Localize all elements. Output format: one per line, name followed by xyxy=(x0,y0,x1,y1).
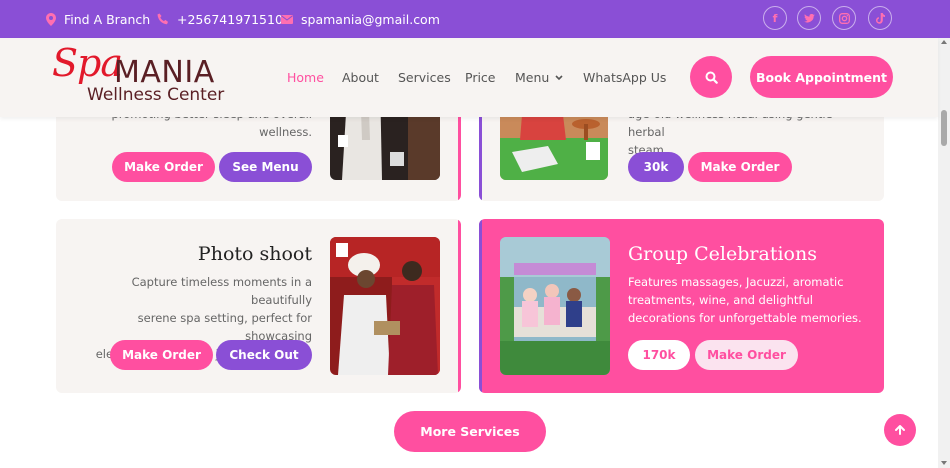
nav-services[interactable]: Services xyxy=(398,38,451,117)
email-link[interactable]: spamania@gmail.com xyxy=(281,0,440,38)
card-description-line: Features massages, Jacuzzi, aromatic xyxy=(628,275,844,289)
make-order-button[interactable]: Make Order xyxy=(688,152,792,182)
facebook-icon[interactable]: f xyxy=(763,6,787,30)
find-branch-link[interactable]: Find A Branch xyxy=(46,0,150,38)
price-badge[interactable]: 30k xyxy=(628,152,684,182)
scroll-up-arrow-icon[interactable] xyxy=(941,40,947,44)
service-card-group-celebrations: Group Celebrations Features massages, Ja… xyxy=(479,219,884,393)
card-title: Group Celebrations xyxy=(628,243,817,265)
phone-icon xyxy=(157,13,169,25)
photo-shoot-image xyxy=(330,237,440,375)
group-celebration-image xyxy=(500,237,610,375)
book-appointment-button[interactable]: Book Appointment xyxy=(750,56,893,98)
make-order-button[interactable]: Make Order xyxy=(695,340,798,370)
spamania-logo[interactable]: Spa MANIA Wellness Center xyxy=(52,41,242,109)
phone-link[interactable]: +256741971510 xyxy=(157,0,283,38)
envelope-icon xyxy=(281,14,293,24)
email-address: spamania@gmail.com xyxy=(301,11,440,27)
card-description: Features massages, Jacuzzi, aromatic tre… xyxy=(628,273,868,327)
nav-menu-dropdown[interactable]: Menu xyxy=(515,38,563,117)
service-card-photo-shoot: Photo shoot Capture timeless moments in … xyxy=(56,219,461,393)
make-order-button[interactable]: Make Order xyxy=(110,340,213,370)
scroll-to-top-button[interactable] xyxy=(884,414,916,446)
more-services-button[interactable]: More Services xyxy=(394,411,546,452)
logo-subtitle: Wellness Center xyxy=(87,85,225,105)
location-pin-icon xyxy=(46,12,56,26)
twitter-icon[interactable] xyxy=(797,6,821,30)
search-button[interactable] xyxy=(690,56,732,98)
page-scrollbar[interactable] xyxy=(938,38,950,468)
nav-about[interactable]: About xyxy=(342,38,379,117)
check-out-button[interactable]: Check Out xyxy=(216,340,312,370)
card-description-line: Capture timeless moments in a beautifull… xyxy=(131,275,312,307)
tiktok-icon[interactable] xyxy=(868,6,892,30)
scroll-down-arrow-icon[interactable] xyxy=(941,461,947,465)
instagram-icon[interactable] xyxy=(832,6,856,30)
make-order-button[interactable]: Make Order xyxy=(112,152,215,182)
nav-price[interactable]: Price xyxy=(465,38,496,117)
find-branch-label: Find A Branch xyxy=(64,11,151,27)
nav-whatsapp[interactable]: WhatsApp Us xyxy=(583,38,666,117)
site-header: Spa MANIA Wellness Center Home About Ser… xyxy=(0,38,938,117)
see-menu-button[interactable]: See Menu xyxy=(219,152,312,182)
search-icon xyxy=(705,71,718,84)
nav-home[interactable]: Home xyxy=(287,38,324,117)
top-contact-bar: Find A Branch +256741971510 spamania@gma… xyxy=(0,0,950,38)
card-accent-line xyxy=(458,219,461,393)
nav-menu-label: Menu xyxy=(515,70,550,85)
logo-spa-text: Spa xyxy=(52,41,123,85)
price-badge[interactable]: 170k xyxy=(628,340,690,370)
phone-number: +256741971510 xyxy=(177,11,283,27)
card-description-line: decorations for unforgettable memories. xyxy=(628,311,862,325)
arrow-up-icon xyxy=(894,424,906,436)
chevron-down-icon xyxy=(555,74,563,81)
scrollbar-thumb[interactable] xyxy=(941,110,947,146)
card-description-line: treatments, wine, and delightful xyxy=(628,293,813,307)
card-title: Photo shoot xyxy=(197,243,312,265)
card-accent-line xyxy=(479,219,482,393)
card-description-line: wellness. xyxy=(259,125,312,139)
